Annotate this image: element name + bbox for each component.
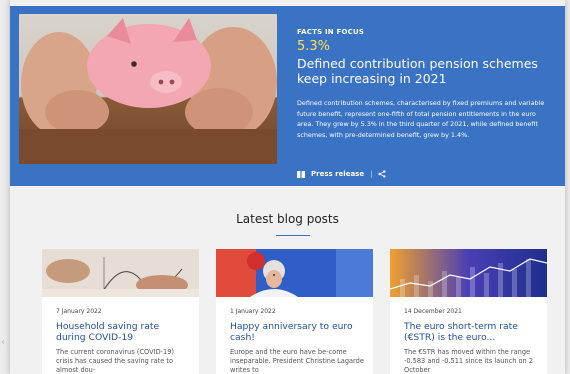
eyebrow-label: FACTS IN FOCUS xyxy=(297,28,365,36)
portrait-illustration xyxy=(216,249,373,297)
hero-summary: Defined contribution schemes, characteri… xyxy=(297,99,545,139)
blog-card[interactable]: 1 January 2022 Happy anniversary to euro… xyxy=(216,249,373,374)
post-date: 14 December 2021 xyxy=(404,308,462,315)
page: FACTS IN FOCUS 5.3% Defined contribution… xyxy=(10,0,565,374)
heading-underline xyxy=(276,235,310,236)
post-excerpt: The current coronavirus (COVID-19) crisi… xyxy=(56,348,175,374)
chevron-left-icon[interactable]: ‹ xyxy=(1,337,5,348)
post-date: 1 January 2022 xyxy=(230,308,276,315)
piggy-bank-illustration xyxy=(19,18,277,164)
hands-chart-image xyxy=(42,249,199,297)
hero-text: FACTS IN FOCUS 5.3% Defined contribution… xyxy=(297,28,557,140)
post-date: 7 January 2022 xyxy=(56,308,102,315)
post-excerpt: The €STR has moved within the range -0.5… xyxy=(404,348,534,374)
portrait-image xyxy=(216,249,373,297)
hero-headline[interactable]: Defined contribution pension schemes kee… xyxy=(297,56,557,86)
divider: | xyxy=(370,170,373,178)
latest-blog-posts-heading: Latest blog posts xyxy=(236,212,339,226)
facts-in-focus-banner[interactable]: FACTS IN FOCUS 5.3% Defined contribution… xyxy=(10,6,565,186)
hands-chart-illustration xyxy=(42,249,199,297)
post-excerpt: Europe and the euro have be-come insepar… xyxy=(230,348,364,374)
chart-illustration xyxy=(390,249,547,297)
share-icon[interactable] xyxy=(378,170,386,178)
chart-image xyxy=(390,249,547,297)
blog-card[interactable]: 14 December 2021 The euro short-term rat… xyxy=(390,249,547,374)
piggy-bank-image[interactable] xyxy=(19,14,277,164)
press-release-link[interactable]: Press release xyxy=(311,170,364,178)
blog-card[interactable]: 7 January 2022 Household saving rate dur… xyxy=(42,249,199,374)
post-title-link[interactable]: Happy anniversary to euro cash! xyxy=(230,321,365,343)
hero-actions: Press release | xyxy=(297,170,386,178)
post-title-link[interactable]: Household saving rate during COVID-19 xyxy=(56,321,191,343)
hero-stat: 5.3% xyxy=(297,39,331,54)
document-icon xyxy=(297,170,305,178)
post-title-link[interactable]: The euro short-term rate (€STR) is the e… xyxy=(404,321,539,343)
